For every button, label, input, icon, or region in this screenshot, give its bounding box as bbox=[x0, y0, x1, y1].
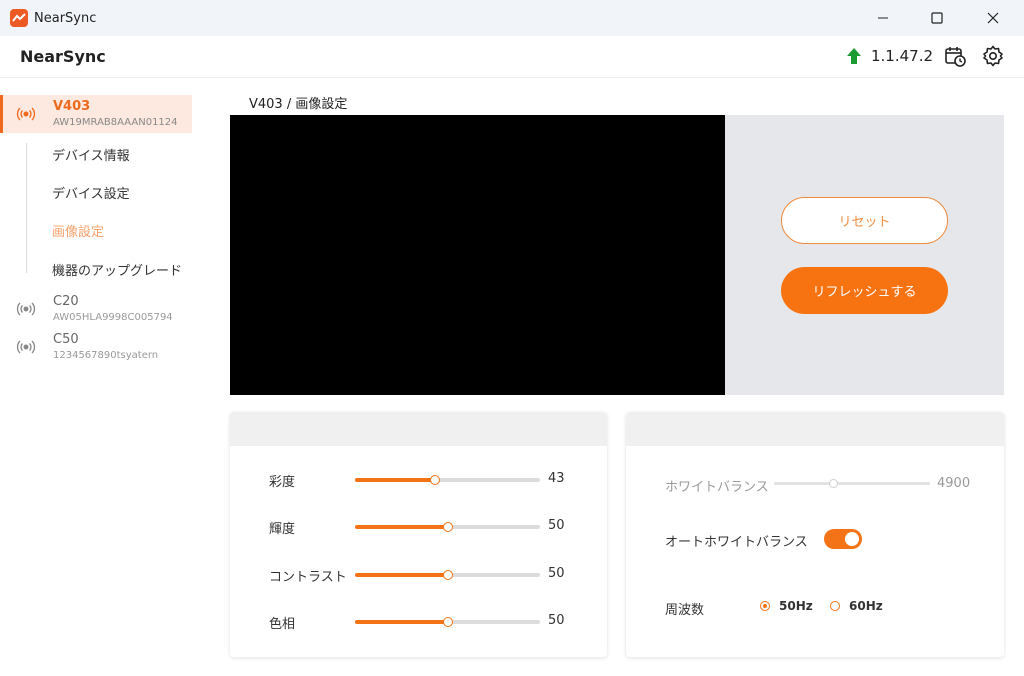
version-label: 1.1.47.2 bbox=[871, 47, 934, 65]
slider-thumb[interactable] bbox=[442, 617, 453, 627]
window-title: NearSync bbox=[34, 10, 97, 26]
slider-label: 彩度 bbox=[269, 475, 296, 490]
upgrade-arrow-icon[interactable] bbox=[846, 47, 862, 69]
slider-value: 50 bbox=[548, 518, 565, 533]
slider-thumb[interactable] bbox=[829, 479, 839, 488]
sidebar-item-image-settings[interactable]: 画像設定 bbox=[52, 221, 104, 240]
app-header: NearSync 1.1.47.2 bbox=[0, 36, 1024, 78]
submenu-tree-line bbox=[26, 143, 27, 273]
contrast-slider[interactable] bbox=[355, 570, 540, 580]
device-name: C50 bbox=[53, 332, 79, 347]
radio-60hz[interactable] bbox=[830, 601, 840, 611]
close-icon[interactable] bbox=[970, 0, 1016, 36]
slider-value: 50 bbox=[548, 613, 565, 628]
auto-white-balance-label: オートホワイトバランス bbox=[665, 535, 808, 550]
slider-value: 50 bbox=[548, 566, 565, 581]
window-titlebar: NearSync bbox=[0, 0, 1024, 36]
auto-white-balance-toggle[interactable] bbox=[824, 529, 862, 549]
radio-50hz[interactable] bbox=[760, 601, 770, 611]
white-balance-panel: ホワイトバランス 4900 オートホワイトバランス 周波数 50Hz 60Hz bbox=[626, 412, 1004, 657]
hue-row: 色相 50 bbox=[230, 610, 607, 634]
device-serial: AW19MRAB8AAAN01124 bbox=[53, 117, 178, 128]
device-name: C20 bbox=[53, 294, 79, 309]
slider-thumb[interactable] bbox=[429, 475, 440, 485]
image-adjust-panel: 彩度 43 輝度 50 コントラスト 50 色相 50 bbox=[230, 412, 607, 657]
radio-50hz-label[interactable]: 50Hz bbox=[779, 599, 813, 613]
slider-label: 輝度 bbox=[269, 522, 296, 537]
refresh-button[interactable]: リフレッシュする bbox=[781, 267, 948, 314]
sidebar-device-c20[interactable]: C20 AW05HLA9998C005794 bbox=[0, 290, 192, 328]
saturation-row: 彩度 43 bbox=[230, 468, 607, 492]
panel-header bbox=[626, 412, 1004, 446]
white-balance-label: ホワイトバランス bbox=[665, 480, 769, 495]
reset-button[interactable]: リセット bbox=[781, 197, 948, 244]
brightness-row: 輝度 50 bbox=[230, 515, 607, 539]
sidebar-device-v403[interactable]: V403 AW19MRAB8AAAN01124 bbox=[0, 95, 192, 133]
preview-area: リセット リフレッシュする bbox=[230, 115, 1004, 395]
brightness-slider[interactable] bbox=[355, 522, 540, 532]
device-sidebar bbox=[0, 78, 200, 676]
calendar-clock-icon[interactable] bbox=[944, 45, 966, 71]
device-signal-icon bbox=[16, 104, 36, 128]
slider-thumb[interactable] bbox=[442, 522, 453, 532]
device-signal-icon bbox=[16, 299, 36, 323]
brand-title: NearSync bbox=[20, 47, 106, 66]
sidebar-item-device-settings[interactable]: デバイス設定 bbox=[52, 183, 130, 202]
saturation-slider[interactable] bbox=[355, 475, 540, 485]
contrast-row: コントラスト 50 bbox=[230, 563, 607, 587]
slider-label: コントラスト bbox=[269, 570, 347, 585]
sidebar-device-c50[interactable]: C50 1234567890tsyatern bbox=[0, 328, 192, 366]
sidebar-item-device-info[interactable]: デバイス情報 bbox=[52, 145, 130, 164]
device-name: V403 bbox=[53, 99, 91, 114]
camera-preview bbox=[230, 115, 725, 395]
panel-header bbox=[230, 412, 607, 446]
gear-icon[interactable] bbox=[982, 45, 1004, 71]
app-logo-icon bbox=[10, 9, 28, 27]
breadcrumb: V403 / 画像設定 bbox=[249, 97, 348, 112]
radio-60hz-label[interactable]: 60Hz bbox=[849, 599, 883, 613]
toggle-knob bbox=[845, 532, 859, 546]
slider-label: 色相 bbox=[269, 617, 296, 632]
slider-value: 43 bbox=[548, 471, 565, 486]
minimize-icon[interactable] bbox=[860, 0, 906, 36]
device-serial: AW05HLA9998C005794 bbox=[53, 312, 173, 323]
sidebar-item-firmware-upgrade[interactable]: 機器のアップグレード bbox=[52, 260, 182, 279]
device-signal-icon bbox=[16, 337, 36, 361]
white-balance-value: 4900 bbox=[937, 476, 971, 491]
frequency-label: 周波数 bbox=[665, 603, 705, 618]
device-serial: 1234567890tsyatern bbox=[53, 350, 159, 361]
hue-slider[interactable] bbox=[355, 617, 540, 627]
slider-thumb[interactable] bbox=[442, 570, 453, 580]
white-balance-slider[interactable] bbox=[774, 479, 930, 488]
maximize-icon[interactable] bbox=[914, 0, 960, 36]
